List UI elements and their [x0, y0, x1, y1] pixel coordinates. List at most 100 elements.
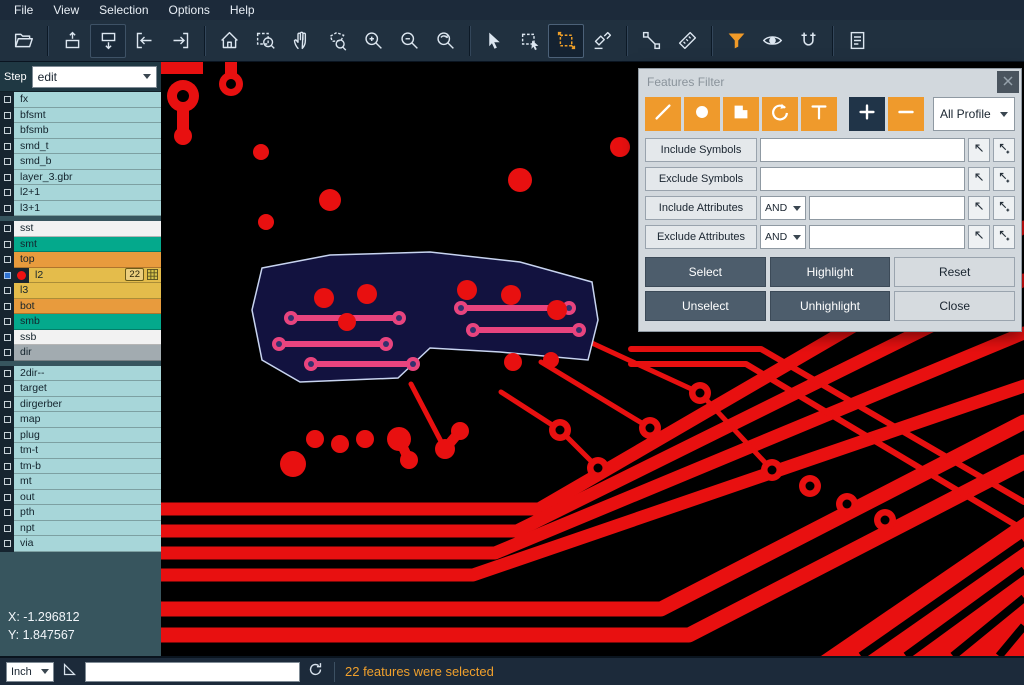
layer-checkbox[interactable] [4, 225, 11, 232]
layer-row[interactable]: l3+1 [0, 201, 161, 217]
layer-row[interactable]: bfsmt [0, 108, 161, 124]
layer-bar[interactable]: smt [14, 237, 161, 253]
unselect-button[interactable]: Unselect [645, 291, 766, 321]
doc-list-button[interactable] [839, 24, 875, 58]
rect-select-button[interactable] [512, 24, 548, 58]
pad-tool-button[interactable] [684, 97, 720, 131]
layer-checkbox[interactable] [4, 494, 11, 501]
layer-bar[interactable]: smb [14, 314, 161, 330]
eye-button[interactable] [754, 24, 790, 58]
layer-row[interactable]: layer_3.gbr [0, 170, 161, 186]
menu-item-view[interactable]: View [43, 1, 89, 19]
highlight-button[interactable]: Highlight [770, 257, 891, 287]
layer-checkbox[interactable] [4, 478, 11, 485]
snap-magnet-button[interactable] [790, 24, 826, 58]
filter-label-button[interactable]: Include Symbols [645, 138, 757, 162]
transform-select-button[interactable] [548, 24, 584, 58]
filter-value-input[interactable] [809, 225, 965, 249]
layer-bar[interactable]: sst [14, 221, 161, 237]
pick-arrow-alt-button[interactable] [993, 167, 1015, 191]
layer-bar[interactable]: smd_b [14, 154, 161, 170]
pan-hand-button[interactable] [283, 24, 319, 58]
layer-checkbox[interactable] [4, 127, 11, 134]
command-input[interactable] [85, 662, 300, 682]
layer-bar[interactable]: l222 [29, 268, 161, 284]
layer-checkbox[interactable] [4, 287, 11, 294]
layer-row[interactable]: l2+1 [0, 185, 161, 201]
layer-row[interactable]: fx [0, 92, 161, 108]
surface-tool-button[interactable] [723, 97, 759, 131]
layer-row[interactable]: smd_t [0, 139, 161, 155]
pick-arrow-button[interactable] [968, 167, 990, 191]
layer-row[interactable]: bfsmb [0, 123, 161, 139]
profile-select[interactable]: All Profile [933, 97, 1015, 131]
pcb-canvas[interactable]: Features Filter All Profile Include Symb… [161, 62, 1024, 656]
layer-row[interactable]: l222 [0, 268, 161, 284]
layer-bar[interactable]: dirgerber [14, 397, 161, 413]
layer-bar[interactable]: layer_3.gbr [14, 170, 161, 186]
pick-arrow-alt-button[interactable] [993, 138, 1015, 162]
layer-bar[interactable]: tm-b [14, 459, 161, 475]
layer-bar[interactable]: l2+1 [14, 185, 161, 201]
layer-bar[interactable]: plug [14, 428, 161, 444]
layer-bar[interactable]: bot [14, 299, 161, 315]
layer-checkbox[interactable] [4, 525, 11, 532]
layer-row[interactable]: ssb [0, 330, 161, 346]
layer-row[interactable]: 2dir-- [0, 366, 161, 382]
layer-row[interactable]: tm-t [0, 443, 161, 459]
layer-checkbox[interactable] [4, 303, 11, 310]
layer-bar[interactable]: ssb [14, 330, 161, 346]
zoom-reset-button[interactable] [427, 24, 463, 58]
layer-bar[interactable]: mt [14, 474, 161, 490]
layer-row[interactable]: plug [0, 428, 161, 444]
layer-checkbox[interactable] [4, 540, 11, 547]
filter-funnel-button[interactable] [718, 24, 754, 58]
layer-checkbox[interactable] [4, 96, 11, 103]
filter-value-input[interactable] [760, 138, 965, 162]
layer-bar[interactable]: top [14, 252, 161, 268]
layer-checkbox[interactable] [4, 370, 11, 377]
layer-row[interactable]: smd_b [0, 154, 161, 170]
filter-label-button[interactable]: Include Attributes [645, 196, 757, 220]
layer-bar[interactable]: map [14, 412, 161, 428]
text-tool-button[interactable] [801, 97, 837, 131]
menu-item-selection[interactable]: Selection [89, 1, 158, 19]
layer-bar[interactable]: pth [14, 505, 161, 521]
layer-row[interactable]: top [0, 252, 161, 268]
layer-checkbox[interactable] [4, 158, 11, 165]
filter-label-button[interactable]: Exclude Attributes [645, 225, 757, 249]
layer-checkbox[interactable] [4, 318, 11, 325]
zoom-window-button[interactable] [247, 24, 283, 58]
pick-arrow-alt-button[interactable] [993, 196, 1015, 220]
layer-checkbox[interactable] [4, 349, 11, 356]
filter-label-button[interactable]: Exclude Symbols [645, 167, 757, 191]
line-tool-button[interactable] [645, 97, 681, 131]
dialog-close-button[interactable] [997, 71, 1019, 93]
layer-checkbox[interactable] [4, 385, 11, 392]
arc-tool-button[interactable] [762, 97, 798, 131]
zoom-in-button[interactable] [355, 24, 391, 58]
open-folder-button[interactable] [5, 24, 41, 58]
layer-row[interactable]: bot [0, 299, 161, 315]
pointer-button[interactable] [476, 24, 512, 58]
layer-checkbox[interactable] [4, 189, 11, 196]
layer-grid-icon[interactable] [147, 269, 158, 280]
layer-row[interactable]: map [0, 412, 161, 428]
step-select[interactable]: edit [32, 66, 157, 88]
import-left-button[interactable] [126, 24, 162, 58]
layer-checkbox[interactable] [4, 205, 11, 212]
menu-item-options[interactable]: Options [159, 1, 220, 19]
dialog-titlebar[interactable]: Features Filter [639, 69, 1021, 95]
layer-checkbox[interactable] [4, 463, 11, 470]
layer-bar[interactable]: l3+1 [14, 201, 161, 217]
measure-line-button[interactable] [633, 24, 669, 58]
layer-checkbox[interactable] [4, 334, 11, 341]
pick-arrow-alt-button[interactable] [993, 225, 1015, 249]
and-operator-select[interactable]: AND [760, 196, 806, 220]
layer-bar[interactable]: l3 [14, 283, 161, 299]
export-right-button[interactable] [162, 24, 198, 58]
layer-bar[interactable]: bfsmt [14, 108, 161, 124]
minus-tool-button[interactable] [888, 97, 924, 131]
layer-row[interactable]: npt [0, 521, 161, 537]
layer-row[interactable]: target [0, 381, 161, 397]
